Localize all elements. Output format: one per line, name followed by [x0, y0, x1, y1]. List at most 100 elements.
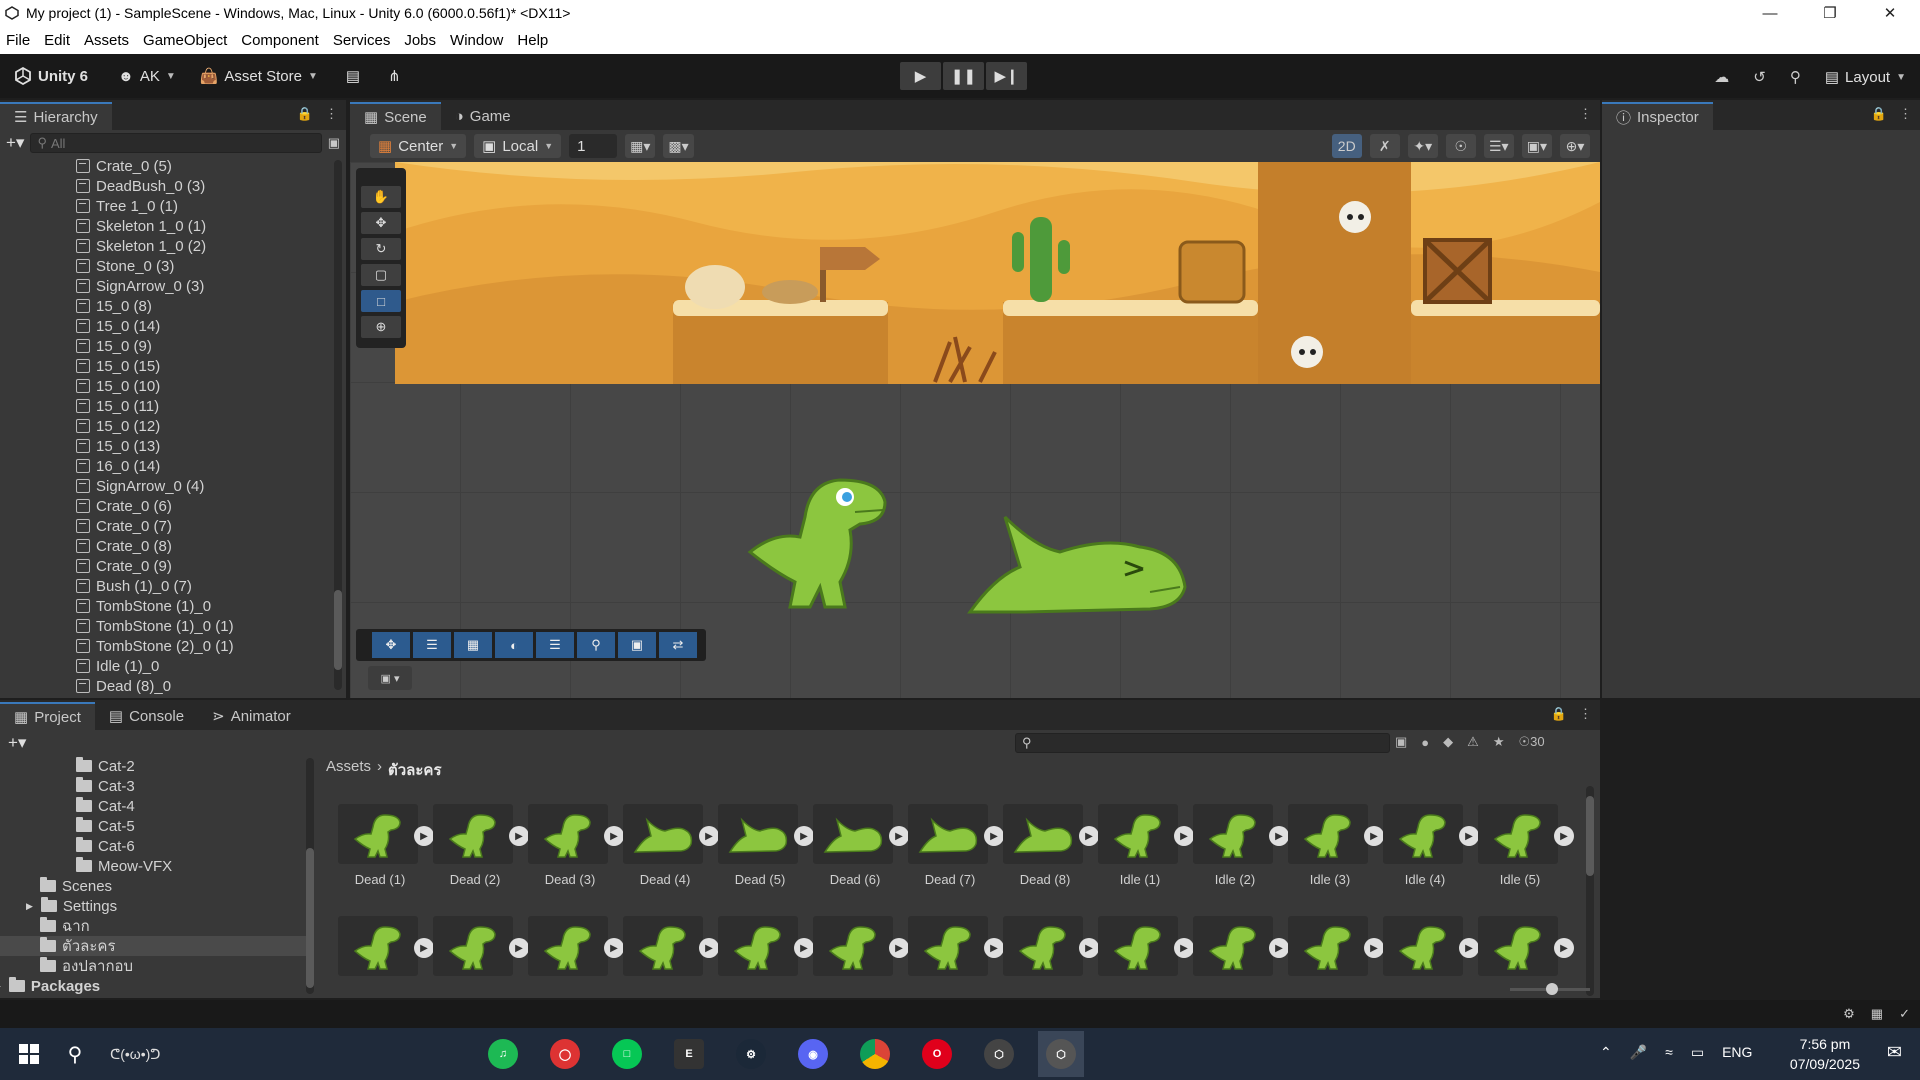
- wifi-icon[interactable]: ≈: [1665, 1044, 1673, 1061]
- hierarchy-item[interactable]: TombStone (1)_0: [0, 596, 330, 616]
- asset-grid-scroll-thumb[interactable]: [1586, 796, 1594, 876]
- debug-icon[interactable]: ⚙: [1843, 1006, 1855, 1022]
- lock-icon[interactable]: 🔒: [1551, 706, 1567, 722]
- hierarchy-item[interactable]: Crate_0 (7): [0, 516, 330, 536]
- overlay-layers-button[interactable]: ☰: [536, 632, 574, 658]
- audio-fx-toggle[interactable]: ✦▾: [1407, 134, 1438, 158]
- hierarchy-item[interactable]: Crate_0 (9): [0, 556, 330, 576]
- battery-icon[interactable]: ▭: [1691, 1044, 1704, 1061]
- menu-window[interactable]: Window: [450, 32, 503, 49]
- add-icon[interactable]: +▾: [6, 133, 24, 153]
- minimize-button[interactable]: —: [1740, 0, 1800, 26]
- hierarchy-item[interactable]: Skeleton 1_0 (1): [0, 216, 330, 236]
- tab-hierarchy[interactable]: ☰ Hierarchy: [0, 102, 112, 130]
- taskbar-search-text[interactable]: ᕦ(•ω•)ᕤ: [110, 1046, 510, 1063]
- play-preview-icon[interactable]: ▶: [1554, 938, 1574, 958]
- breadcrumb-current[interactable]: ตัวละคร: [388, 758, 442, 782]
- rect-tool[interactable]: □: [361, 290, 401, 312]
- project-folder-item[interactable]: Cat-2: [0, 756, 314, 776]
- hierarchy-item[interactable]: Crate_0 (5): [0, 156, 330, 176]
- scene-viewport[interactable]: ✋ ✥ ↻ ▢ □ ⊕ ✥ ☰ ▦ ◐ ☰ ⚲ ▣ ⇄ ▣ ▾: [350, 162, 1600, 698]
- asset-item[interactable]: ▶ Idle (4): [1381, 804, 1479, 887]
- hierarchy-item[interactable]: 15_0 (8): [0, 296, 330, 316]
- unity-hub-app[interactable]: ⬡: [976, 1031, 1022, 1077]
- lighting-toggle[interactable]: ✗: [1369, 134, 1400, 158]
- scene-visibility-toggle[interactable]: ☉: [1445, 134, 1476, 158]
- hierarchy-item[interactable]: DeadBush_0 (3): [0, 176, 330, 196]
- menu-services[interactable]: Services: [333, 32, 391, 49]
- asset-item[interactable]: ▶ Dead (3): [526, 804, 624, 887]
- asset-item[interactable]: ▶: [716, 916, 814, 990]
- project-search-input[interactable]: ⚲: [1015, 733, 1390, 753]
- scene-filter-icon[interactable]: ▣: [328, 135, 340, 151]
- camera-dropdown[interactable]: ▣▾: [1521, 134, 1552, 158]
- line-app[interactable]: □: [604, 1031, 650, 1077]
- layers-dropdown[interactable]: ☰▾: [1483, 134, 1514, 158]
- asset-item[interactable]: ▶: [1381, 916, 1479, 990]
- hierarchy-item[interactable]: 15_0 (10): [0, 376, 330, 396]
- snap-button[interactable]: ▩▾: [663, 134, 694, 158]
- hierarchy-item[interactable]: 15_0 (14): [0, 316, 330, 336]
- project-folder-item[interactable]: Cat-4: [0, 796, 314, 816]
- hierarchy-item[interactable]: Crate_0 (6): [0, 496, 330, 516]
- asset-item[interactable]: ▶ Idle (2): [1191, 804, 1289, 887]
- asset-item[interactable]: ▶: [1286, 916, 1384, 990]
- hierarchy-item[interactable]: SignArrow_0 (4): [0, 476, 330, 496]
- more-icon[interactable]: ⋮: [1899, 106, 1912, 122]
- project-tree-scroll-thumb[interactable]: [306, 848, 314, 988]
- hierarchy-scrollbar[interactable]: [334, 160, 342, 690]
- project-folder-item[interactable]: องปลากอบ: [0, 956, 314, 976]
- notification-icon[interactable]: ✉: [1887, 1042, 1902, 1063]
- menu-edit[interactable]: Edit: [44, 32, 70, 49]
- hierarchy-item[interactable]: Crate_0 (8): [0, 536, 330, 556]
- overlay-grid-button[interactable]: ▦: [454, 632, 492, 658]
- hierarchy-item[interactable]: 15_0 (11): [0, 396, 330, 416]
- grid-snap-field[interactable]: 1: [569, 134, 618, 158]
- hierarchy-item[interactable]: 15_0 (9): [0, 336, 330, 356]
- asset-item[interactable]: ▶: [526, 916, 624, 990]
- asset-item[interactable]: ▶: [1001, 916, 1099, 990]
- star-icon[interactable]: ★: [1493, 734, 1505, 750]
- menu-assets[interactable]: Assets: [84, 32, 129, 49]
- asset-item[interactable]: ▶: [431, 916, 529, 990]
- rotate-tool[interactable]: ↻: [361, 238, 401, 260]
- tag-icon[interactable]: ◆: [1443, 734, 1453, 750]
- app-red[interactable]: ◯: [542, 1031, 588, 1077]
- overlay-search-button[interactable]: ⚲: [577, 632, 615, 658]
- transform-tool[interactable]: ⊕: [361, 316, 401, 338]
- progress-icon[interactable]: ▦: [1871, 1006, 1883, 1022]
- project-folder-item[interactable]: Meow-VFX: [0, 856, 314, 876]
- asset-item[interactable]: ▶: [1191, 916, 1289, 990]
- menu-jobs[interactable]: Jobs: [404, 32, 436, 49]
- asset-item[interactable]: ▶ Idle (3): [1286, 804, 1384, 887]
- tab-console[interactable]: ▤ Console: [95, 702, 198, 730]
- search-icon[interactable]: ⚲: [1790, 68, 1801, 86]
- scale-tool[interactable]: ▢: [361, 264, 401, 286]
- hierarchy-scroll-thumb[interactable]: [334, 590, 342, 670]
- breadcrumb-root[interactable]: Assets: [326, 758, 371, 782]
- asset-item[interactable]: ▶ Idle (5): [1476, 804, 1574, 887]
- asset-grid-scrollbar[interactable]: [1586, 786, 1594, 996]
- chevron-up-icon[interactable]: ⌃: [1600, 1044, 1612, 1061]
- tab-game[interactable]: ◑ Game: [441, 102, 525, 130]
- tab-inspector[interactable]: ⓘ Inspector: [1602, 102, 1713, 130]
- more-icon[interactable]: ⋮: [325, 106, 338, 122]
- hierarchy-item[interactable]: TombStone (1)_0 (1): [0, 616, 330, 636]
- overlay-shading-button[interactable]: ◐: [495, 632, 533, 658]
- unity-home-button[interactable]: Unity 6: [14, 61, 88, 91]
- hierarchy-item[interactable]: 15_0 (12): [0, 416, 330, 436]
- step-button[interactable]: ▶❙: [986, 62, 1027, 90]
- overlay-camera-button[interactable]: ▣: [618, 632, 656, 658]
- project-folder-item[interactable]: Scenes: [0, 876, 314, 896]
- project-tree-scrollbar[interactable]: [306, 758, 314, 994]
- check-icon[interactable]: ✓: [1899, 1006, 1910, 1022]
- hierarchy-item[interactable]: TombStone (2)_0 (1): [0, 636, 330, 656]
- close-button[interactable]: ✕: [1860, 0, 1920, 26]
- project-folder-item[interactable]: ตัวละคร: [0, 936, 314, 956]
- project-folder-item[interactable]: Cat-5: [0, 816, 314, 836]
- scene-camera-dropdown[interactable]: ▣ ▾: [368, 666, 412, 690]
- asset-item[interactable]: ▶ Dead (2): [431, 804, 529, 887]
- account-dropdown[interactable]: ☻ AK ▼: [118, 61, 176, 91]
- overlay-shuffle-button[interactable]: ⇄: [659, 632, 697, 658]
- start-button[interactable]: [6, 1031, 52, 1077]
